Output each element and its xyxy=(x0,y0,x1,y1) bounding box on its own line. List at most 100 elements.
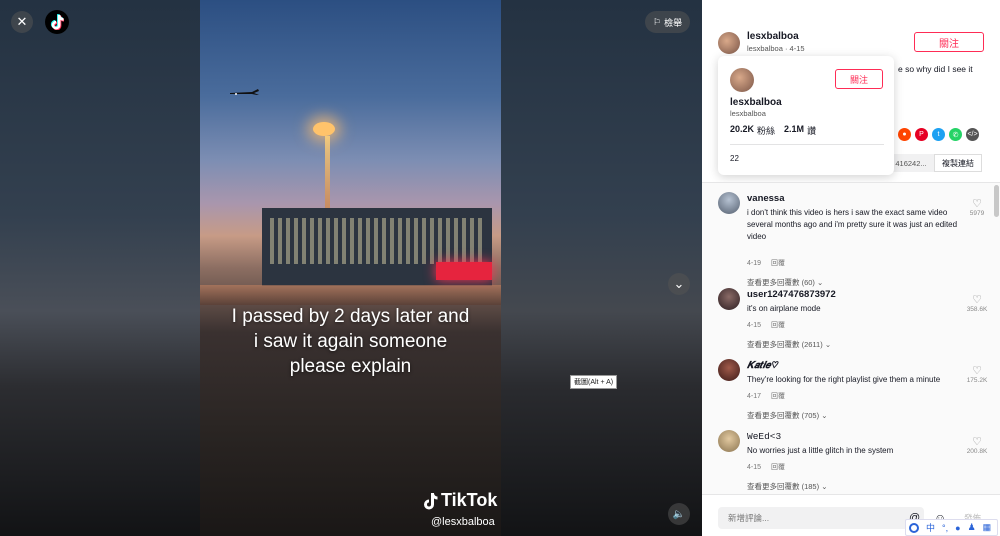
twitter-icon[interactable]: t xyxy=(932,128,945,141)
comment-username[interactable]: vanessa xyxy=(747,193,785,204)
comment-avatar[interactable] xyxy=(718,288,740,310)
view-more-replies[interactable]: 查看更多回覆數 (185) ⌄ xyxy=(747,481,827,492)
reply-button[interactable]: 回覆 xyxy=(771,260,785,267)
view-more-replies[interactable]: 查看更多回覆數 (705) ⌄ xyxy=(747,410,827,421)
comment-list[interactable]: vanessa i don't think this video is hers… xyxy=(702,182,1000,494)
comment-item: 𝑲𝒂𝒕𝒊𝒆♡ They're looking for the right pla… xyxy=(718,359,988,425)
details-panel: lesxbalboa lesxbalboa · 4-15 關注 e so why… xyxy=(702,0,1000,536)
reply-button[interactable]: 回覆 xyxy=(771,393,785,400)
follow-button[interactable]: 關注 xyxy=(914,32,984,52)
view-more-replies[interactable]: 查看更多回覆數 (2611) ⌄ xyxy=(747,339,831,350)
profile-card-avatar[interactable] xyxy=(730,68,754,92)
comment-date: 4-19 xyxy=(747,260,762,267)
comment-like-count: 5979 xyxy=(969,210,985,217)
comment-text: i don't think this video is hers i saw t… xyxy=(747,208,958,241)
comment-avatar[interactable] xyxy=(718,192,740,214)
comment-item: vanessa i don't think this video is hers… xyxy=(718,192,990,287)
airplane-graphic xyxy=(230,89,259,95)
comment-meta: 4-17 回覆 xyxy=(747,391,793,401)
comment-meta: 4-19 回覆 xyxy=(747,258,793,268)
copy-link-button[interactable]: 複製連結 xyxy=(934,154,982,172)
comment-text: it's on airplane mode xyxy=(747,304,821,313)
reply-button[interactable]: 回覆 xyxy=(771,464,785,471)
report-label: 檢舉 xyxy=(664,17,683,28)
comment-username[interactable]: WeEd<3 xyxy=(747,431,781,442)
ime-logo-icon xyxy=(909,522,919,533)
caption-line: please explain xyxy=(289,356,412,377)
view-more-replies-label: 查看更多回覆數 (705) xyxy=(747,411,820,420)
comment-like[interactable]: ♡ 5979 xyxy=(964,198,990,217)
comment-like[interactable]: ♡ 200.8K xyxy=(964,436,990,455)
chevron-down-icon: ⌄ xyxy=(673,276,685,291)
reddit-icon[interactable]: ● xyxy=(898,128,911,141)
heart-icon: ♡ xyxy=(972,365,982,377)
video-description: e so why did I see it xyxy=(898,64,973,74)
comment-like-count: 200.8K xyxy=(966,448,988,455)
grid-icon[interactable]: ▦ xyxy=(983,522,992,533)
comment-like-count: 175.2K xyxy=(966,377,988,384)
followers-label: 粉絲 xyxy=(757,126,776,136)
profile-card-follow-button[interactable]: 關注 xyxy=(835,69,883,89)
report-button[interactable]: ⚐ 檢舉 xyxy=(645,11,691,33)
ime-toolbar[interactable]: 中 °, ● ♟ ▦ xyxy=(905,519,998,536)
video-blur-background-left xyxy=(0,0,200,536)
profile-hover-card: 關注 lesxbalboa lesxbalboa 20.2K 粉絲 2.1M 讚… xyxy=(718,56,894,175)
pinterest-icon[interactable]: P xyxy=(915,128,928,141)
user-icon[interactable]: ♟ xyxy=(968,522,976,533)
chevron-down-icon: ⌄ xyxy=(821,411,828,420)
comment-input[interactable] xyxy=(718,507,924,529)
profile-card-username[interactable]: lesxbalboa xyxy=(730,97,782,108)
embed-icon[interactable]: </> xyxy=(966,128,979,141)
view-more-replies-label: 查看更多回覆數 (2611) xyxy=(747,340,823,349)
author-avatar[interactable] xyxy=(718,32,740,54)
chevron-down-icon: ⌄ xyxy=(824,340,832,349)
heart-icon: ♡ xyxy=(972,436,982,448)
comment-username[interactable]: 𝑲𝒂𝒕𝒊𝒆♡ xyxy=(747,360,777,371)
tiktok-logo[interactable] xyxy=(45,10,69,34)
heart-icon: ♡ xyxy=(972,198,982,210)
close-icon: ✕ xyxy=(16,14,28,29)
next-video-button[interactable]: ⌄ xyxy=(668,273,690,295)
tiktok-watermark: TikTok xyxy=(422,490,497,511)
comment-avatar[interactable] xyxy=(718,359,740,381)
author-username[interactable]: lesxbalboa xyxy=(747,31,799,42)
ime-language[interactable]: 中 xyxy=(926,521,935,534)
video-caption-overlay: I passed by 2 days later and i saw it ag… xyxy=(200,304,501,379)
tiktok-logo-icon xyxy=(50,14,64,30)
comment-item: user1247476873972 it's on airplane mode … xyxy=(718,288,988,354)
red-sign-graphic xyxy=(436,262,492,280)
comment-date: 4-15 xyxy=(747,322,762,329)
video-frame[interactable]: I passed by 2 days later and i saw it ag… xyxy=(200,0,501,536)
streetlight-glow xyxy=(313,122,335,136)
view-more-replies-label: 查看更多回覆數 (60) xyxy=(747,278,815,287)
screenshot-tooltip: 截圖(Alt + A) xyxy=(570,375,618,389)
profile-card-stats: 20.2K 粉絲 2.1M 讚 xyxy=(730,124,816,137)
close-button[interactable]: ✕ xyxy=(11,11,33,33)
comment-text: No worries just a little glitch in the s… xyxy=(747,446,894,455)
followers-count: 20.2K xyxy=(730,124,755,134)
comment-date: 4-17 xyxy=(747,393,762,400)
flag-icon: ⚐ xyxy=(653,16,662,27)
profile-card-divider xyxy=(730,144,884,145)
tiktok-note-icon xyxy=(424,492,438,509)
punctuation-icon[interactable]: °, xyxy=(942,523,948,533)
profile-card-handle: lesxbalboa xyxy=(730,109,766,118)
video-link-field[interactable]: 416242... xyxy=(888,154,934,172)
likes-label: 讚 xyxy=(807,126,817,136)
view-more-replies-label: 查看更多回覆數 (185) xyxy=(747,482,820,491)
view-more-replies[interactable]: 查看更多回覆數 (60) ⌄ xyxy=(747,277,823,288)
volume-button[interactable]: 🔈 xyxy=(668,503,690,525)
comment-meta: 4-15 回覆 xyxy=(747,462,793,472)
whatsapp-icon[interactable]: ✆ xyxy=(949,128,962,141)
microphone-icon[interactable]: ● xyxy=(955,523,960,533)
road-graphic xyxy=(200,285,501,305)
profile-card-bio: 22 xyxy=(730,154,739,163)
comment-like[interactable]: ♡ 175.2K xyxy=(964,365,990,384)
video-player-area[interactable]: I passed by 2 days later and i saw it ag… xyxy=(0,0,702,536)
comment-like[interactable]: ♡ 358.6K xyxy=(964,294,990,313)
comment-avatar[interactable] xyxy=(718,430,740,452)
comment-username[interactable]: user1247476873972 xyxy=(747,289,836,300)
comment-text: They're looking for the right playlist g… xyxy=(747,375,941,384)
comment-scrollbar[interactable] xyxy=(994,185,999,217)
reply-button[interactable]: 回覆 xyxy=(771,322,785,329)
